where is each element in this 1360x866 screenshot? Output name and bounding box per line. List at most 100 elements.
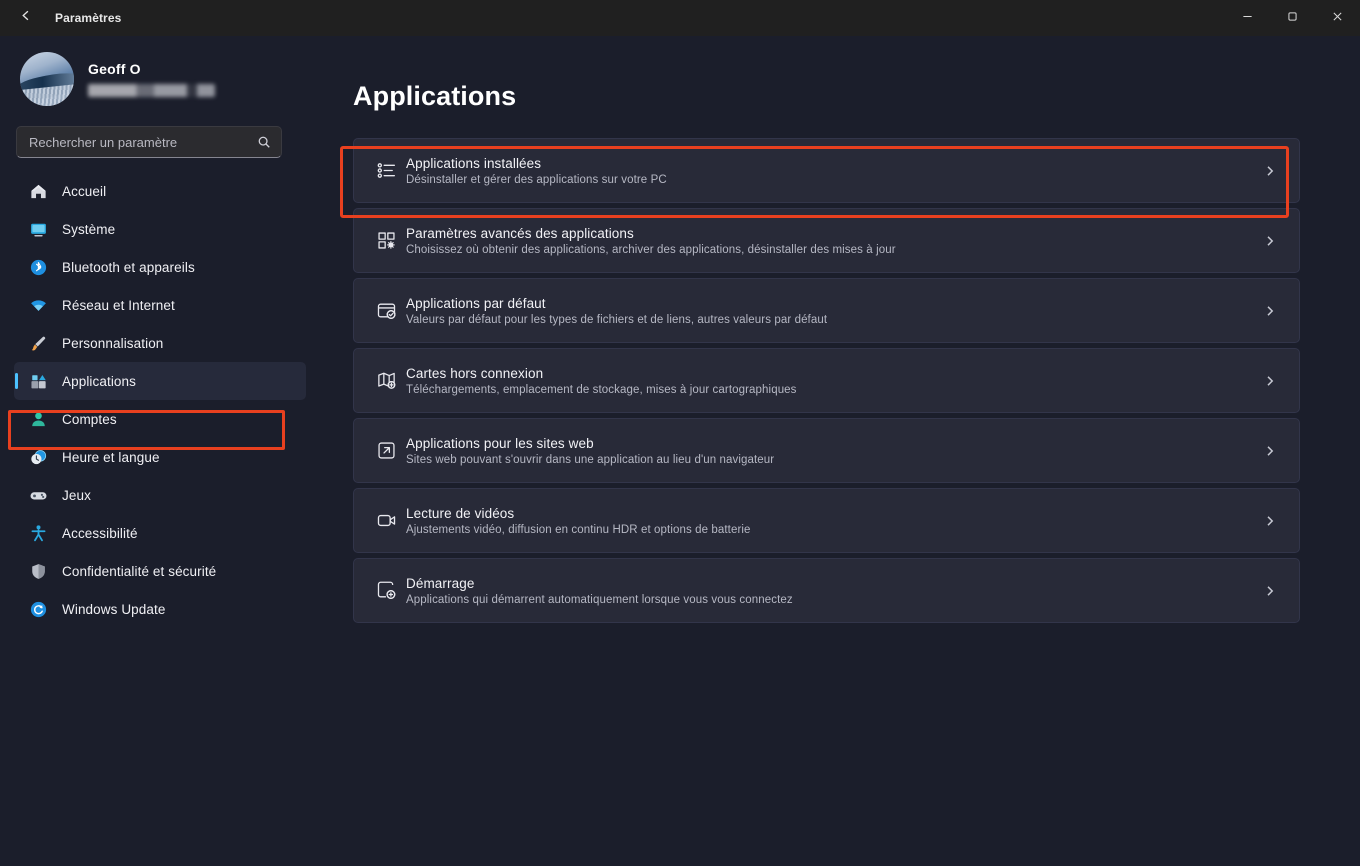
sidebar-item-bluetooth[interactable]: Bluetooth et appareils <box>14 248 306 286</box>
page-title: Applications <box>353 81 517 111</box>
list-bullets-icon <box>368 160 404 181</box>
card-title: Applications pour les sites web <box>406 435 594 451</box>
title-bar: Paramètres <box>0 0 1360 36</box>
chevron-right-icon[interactable] <box>1257 578 1283 604</box>
card-lecture-de-videos[interactable]: Lecture de vidéos Ajustements vidéo, dif… <box>353 488 1300 553</box>
chevron-right-icon[interactable] <box>1257 298 1283 324</box>
brush-icon <box>28 333 48 353</box>
window-title: Paramètres <box>55 11 122 25</box>
card-subtitle: Valeurs par défaut pour les types de fic… <box>406 313 828 326</box>
chevron-right-icon[interactable] <box>1257 438 1283 464</box>
sidebar-item-personnalisation[interactable]: Personnalisation <box>14 324 306 362</box>
sidebar-item-label: Applications <box>62 373 136 389</box>
sidebar-item-windows-update[interactable]: Windows Update <box>14 590 306 628</box>
card-title: Lecture de vidéos <box>406 505 515 521</box>
sidebar: Geoff O Accueil <box>0 36 320 866</box>
sidebar-item-label: Réseau et Internet <box>62 297 175 313</box>
sidebar-item-label: Confidentialité et sécurité <box>62 563 217 579</box>
sidebar-item-accueil[interactable]: Accueil <box>14 172 306 210</box>
sidebar-item-applications[interactable]: Applications <box>14 362 306 400</box>
card-text: Applications par défaut Valeurs par défa… <box>404 296 827 326</box>
search-box[interactable] <box>16 126 282 158</box>
sidebar-item-label: Accessibilité <box>62 525 138 541</box>
map-icon <box>368 370 404 391</box>
card-applications-sites-web[interactable]: Applications pour les sites web Sites we… <box>353 418 1300 483</box>
sidebar-item-label: Jeux <box>62 487 91 503</box>
card-text: Applications installées Désinstaller et … <box>404 156 667 186</box>
default-apps-icon <box>368 300 404 321</box>
chevron-right-icon[interactable] <box>1257 508 1283 534</box>
sidebar-item-label: Accueil <box>62 183 107 199</box>
shield-icon <box>28 561 48 581</box>
display-icon <box>28 219 48 239</box>
sidebar-item-confidentialite[interactable]: Confidentialité et sécurité <box>14 552 306 590</box>
sidebar-item-label: Windows Update <box>62 601 166 617</box>
chevron-right-icon[interactable] <box>1257 228 1283 254</box>
apps-icon <box>28 371 48 391</box>
search-icon[interactable] <box>257 135 271 149</box>
sidebar-item-label: Système <box>62 221 116 237</box>
card-applications-par-defaut[interactable]: Applications par défaut Valeurs par défa… <box>353 278 1300 343</box>
chevron-right-icon[interactable] <box>1257 368 1283 394</box>
minimize-icon <box>1242 9 1253 27</box>
person-icon <box>28 409 48 429</box>
window-controls <box>1225 0 1360 36</box>
card-text: Démarrage Applications qui démarrent aut… <box>404 576 793 606</box>
arrow-left-icon <box>19 8 34 28</box>
home-icon <box>28 181 48 201</box>
card-demarrage[interactable]: Démarrage Applications qui démarrent aut… <box>353 558 1300 623</box>
card-title: Paramètres avancés des applications <box>406 225 634 241</box>
sidebar-item-label: Heure et langue <box>62 449 160 465</box>
account-tile[interactable]: Geoff O <box>12 36 308 116</box>
back-button[interactable] <box>6 2 46 34</box>
main-content: Applications Applications installées Dés… <box>320 36 1360 866</box>
maximize-button[interactable] <box>1270 0 1315 36</box>
card-text: Paramètres avancés des applications Choi… <box>404 226 896 256</box>
sidebar-item-label: Personnalisation <box>62 335 164 351</box>
startup-icon <box>368 580 404 601</box>
account-name: Geoff O <box>88 61 141 77</box>
maximize-icon <box>1287 9 1298 27</box>
avatar <box>20 52 74 106</box>
search-wrapper <box>16 126 305 158</box>
card-subtitle: Désinstaller et gérer des applications s… <box>406 173 667 186</box>
gamepad-icon <box>28 485 48 505</box>
settings-window: Paramètres Geoff O Rechercher un paramèt… <box>0 0 1360 866</box>
card-subtitle: Choisissez où obtenir des applications, … <box>406 243 896 256</box>
account-email-redacted <box>88 84 215 97</box>
card-title: Démarrage <box>406 575 475 591</box>
card-parametres-avances[interactable]: Paramètres avancés des applications Choi… <box>353 208 1300 273</box>
minimize-button[interactable] <box>1225 0 1270 36</box>
app-settings-icon <box>368 230 404 251</box>
card-subtitle: Applications qui démarrent automatiqueme… <box>406 593 793 606</box>
card-subtitle: Ajustements vidéo, diffusion en continu … <box>406 523 751 536</box>
search-input[interactable] <box>29 134 257 150</box>
card-title: Cartes hors connexion <box>406 365 544 381</box>
sidebar-item-heure-langue[interactable]: Heure et langue <box>14 438 306 476</box>
card-text: Applications pour les sites web Sites we… <box>404 436 774 466</box>
sidebar-nav: Accueil Système Bluetooth et appareils R… <box>12 172 308 628</box>
external-link-icon <box>368 440 404 461</box>
card-subtitle: Téléchargements, emplacement de stockage… <box>406 383 797 396</box>
sidebar-item-label: Bluetooth et appareils <box>62 259 195 275</box>
sidebar-item-jeux[interactable]: Jeux <box>14 476 306 514</box>
sidebar-item-label: Comptes <box>62 411 117 427</box>
accessibility-icon <box>28 523 48 543</box>
video-icon <box>368 510 404 531</box>
chevron-right-icon[interactable] <box>1257 158 1283 184</box>
settings-card-list: Applications installées Désinstaller et … <box>353 138 1300 623</box>
sidebar-item-systeme[interactable]: Système <box>14 210 306 248</box>
sidebar-item-reseau[interactable]: Réseau et Internet <box>14 286 306 324</box>
card-cartes-hors-connexion[interactable]: Cartes hors connexion Téléchargements, e… <box>353 348 1300 413</box>
sidebar-item-comptes[interactable]: Comptes <box>14 400 306 438</box>
sidebar-item-accessibilite[interactable]: Accessibilité <box>14 514 306 552</box>
card-title: Applications par défaut <box>406 295 546 311</box>
card-text: Lecture de vidéos Ajustements vidéo, dif… <box>404 506 751 536</box>
account-text: Geoff O <box>88 61 215 97</box>
card-text: Cartes hors connexion Téléchargements, e… <box>404 366 797 396</box>
close-button[interactable] <box>1315 0 1360 36</box>
update-icon <box>28 599 48 619</box>
content-split: Geoff O Accueil <box>0 36 1360 866</box>
card-applications-installees[interactable]: Applications installées Désinstaller et … <box>353 138 1300 203</box>
card-subtitle: Sites web pouvant s'ouvrir dans une appl… <box>406 453 775 466</box>
